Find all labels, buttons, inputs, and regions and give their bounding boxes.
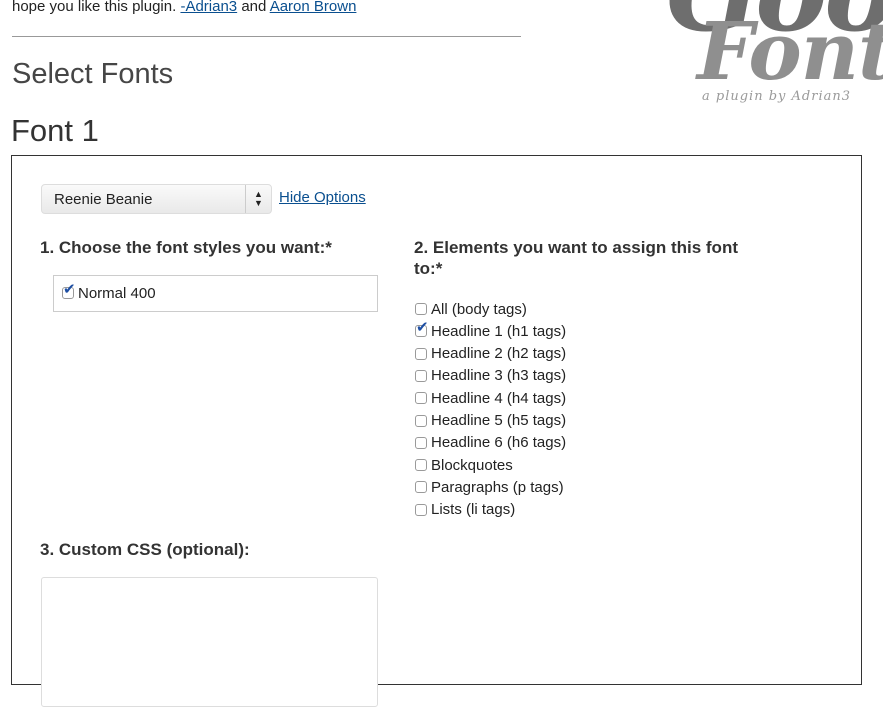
custom-css-label: 3. Custom CSS (optional):: [40, 540, 250, 559]
intro-text: hope you like this plugin. -Adrian3 and …: [12, 0, 356, 15]
styles-list: Normal 400: [53, 275, 378, 312]
custom-css-textarea[interactable]: [41, 577, 378, 707]
element-checkbox[interactable]: [415, 320, 429, 338]
element-option[interactable]: All (body tags): [415, 300, 527, 318]
logo-byline: a plugin by Adrian3: [702, 89, 851, 104]
element-checkbox[interactable]: [415, 392, 427, 405]
element-option[interactable]: Headline 5 (h5 tags): [415, 412, 567, 430]
style-checkbox[interactable]: [62, 282, 76, 300]
element-option[interactable]: Headline 2 (h2 tags): [415, 345, 567, 363]
element-option[interactable]: Lists (li tags): [415, 501, 516, 519]
select-arrows-icon: ▲ ▼: [245, 185, 271, 213]
element-label: Headline 6 (h6 tags): [431, 434, 567, 452]
google-fonts-logo: Google Fonts a plugin by Adrian3: [583, 0, 883, 112]
element-option[interactable]: Headline 1 (h1 tags): [415, 320, 567, 340]
element-checkbox[interactable]: [415, 436, 427, 449]
logo-word-main: Fonts: [697, 4, 883, 98]
font-options-panel: Reenie Beanie ▲ ▼ Hide Options 1. Choose …: [11, 155, 862, 707]
element-option[interactable]: Paragraphs (p tags): [415, 478, 564, 496]
intro-sentence: hope you like this plugin.: [12, 0, 181, 15]
element-option[interactable]: Headline 3 (h3 tags): [415, 367, 567, 385]
divider: [12, 36, 521, 37]
element-label: Headline 2 (h2 tags): [431, 345, 567, 363]
element-option[interactable]: Blockquotes: [415, 456, 513, 474]
element-checkbox[interactable]: [415, 414, 427, 427]
element-checkbox[interactable]: [415, 369, 427, 382]
element-label: Lists (li tags): [431, 501, 516, 519]
font-select-value: Reenie Beanie: [54, 191, 153, 208]
style-label: Normal 400: [78, 284, 156, 302]
element-label: Blockquotes: [431, 456, 513, 474]
element-label: Headline 4 (h4 tags): [431, 389, 567, 407]
style-option[interactable]: Normal 400: [62, 282, 156, 302]
page-title: Select Fonts: [12, 58, 174, 90]
font-select[interactable]: Reenie Beanie ▲ ▼: [41, 184, 272, 214]
adrian3-link[interactable]: -Adrian3: [180, 0, 237, 15]
element-label: Headline 1 (h1 tags): [431, 322, 567, 340]
element-checkbox[interactable]: [415, 303, 427, 316]
styles-label: 1. Choose the font styles you want:*: [40, 238, 332, 257]
element-label: Headline 3 (h3 tags): [431, 367, 567, 385]
element-option[interactable]: Headline 6 (h6 tags): [415, 434, 567, 452]
element-label: All (body tags): [431, 300, 527, 318]
hide-options-link[interactable]: Hide Options: [279, 189, 366, 206]
element-label: Paragraphs (p tags): [431, 478, 564, 496]
element-checkbox[interactable]: [415, 459, 427, 472]
elements-label: 2. Elements you want to assign this font…: [414, 238, 738, 278]
element-checkbox[interactable]: [415, 481, 427, 494]
element-label: Headline 5 (h5 tags): [431, 412, 567, 430]
element-checkbox[interactable]: [415, 347, 427, 360]
element-option[interactable]: Headline 4 (h4 tags): [415, 389, 566, 407]
intro-and: and: [237, 0, 270, 15]
aaron-brown-link[interactable]: Aaron Brown: [270, 0, 357, 15]
element-checkbox[interactable]: [415, 503, 427, 516]
font-heading: Font 1: [11, 113, 99, 148]
